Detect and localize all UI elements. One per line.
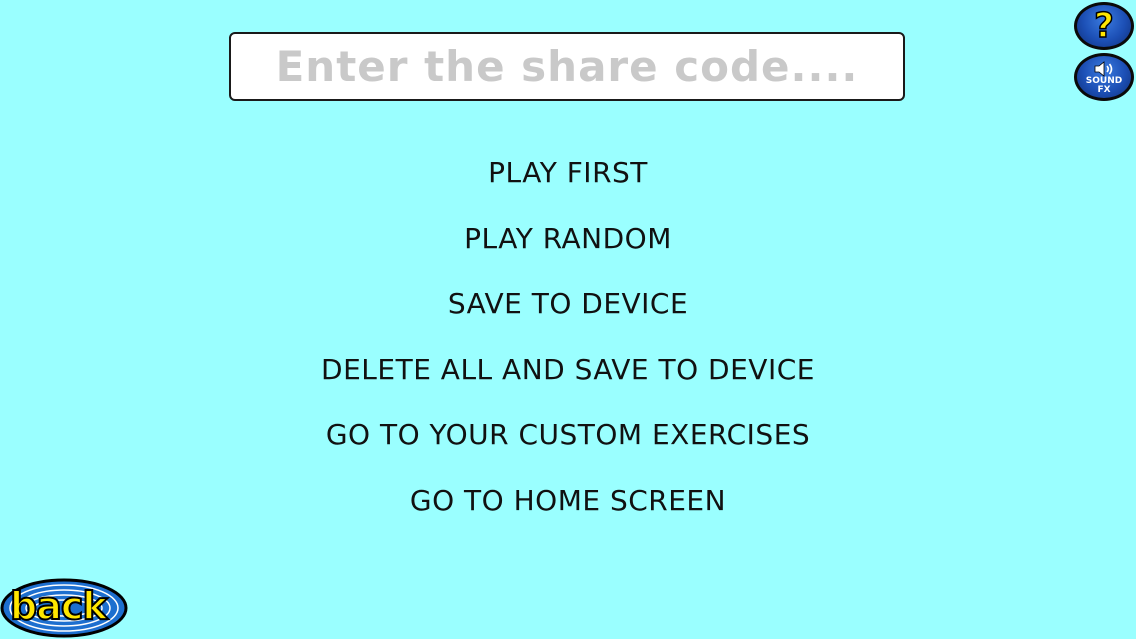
back-button[interactable]: back [0,578,128,638]
home-screen-button[interactable]: GO TO HOME SCREEN [0,468,1136,534]
save-to-device-button[interactable]: SAVE TO DEVICE [0,271,1136,337]
custom-exercises-label: GO TO YOUR CUSTOM EXERCISES [325,418,811,452]
home-screen-label: GO TO HOME SCREEN [409,483,727,517]
question-mark-icon: ? [1093,6,1114,46]
play-first-button[interactable]: PLAY FIRST [0,140,1136,206]
share-code-box [229,32,905,101]
delete-all-and-save-button[interactable]: DELETE ALL AND SAVE TO DEVICE [0,337,1136,403]
share-code-input[interactable] [231,33,903,100]
play-random-label: PLAY RANDOM [464,221,672,255]
back-label: back [9,583,109,629]
help-button[interactable]: ? [1074,2,1134,50]
delete-all-and-save-label: DELETE ALL AND SAVE TO DEVICE [321,352,815,386]
sound-fx-button[interactable]: SOUND FX [1074,53,1134,101]
sound-label-line2: FX [1097,84,1111,95]
main-menu: PLAY FIRST PLAY RANDOM SAVE TO DEVICE DE… [0,140,1136,533]
save-to-device-label: SAVE TO DEVICE [447,287,689,321]
speaker-icon [1094,60,1113,77]
custom-exercises-button[interactable]: GO TO YOUR CUSTOM EXERCISES [0,402,1136,468]
play-random-button[interactable]: PLAY RANDOM [0,206,1136,272]
play-first-label: PLAY FIRST [488,156,648,190]
